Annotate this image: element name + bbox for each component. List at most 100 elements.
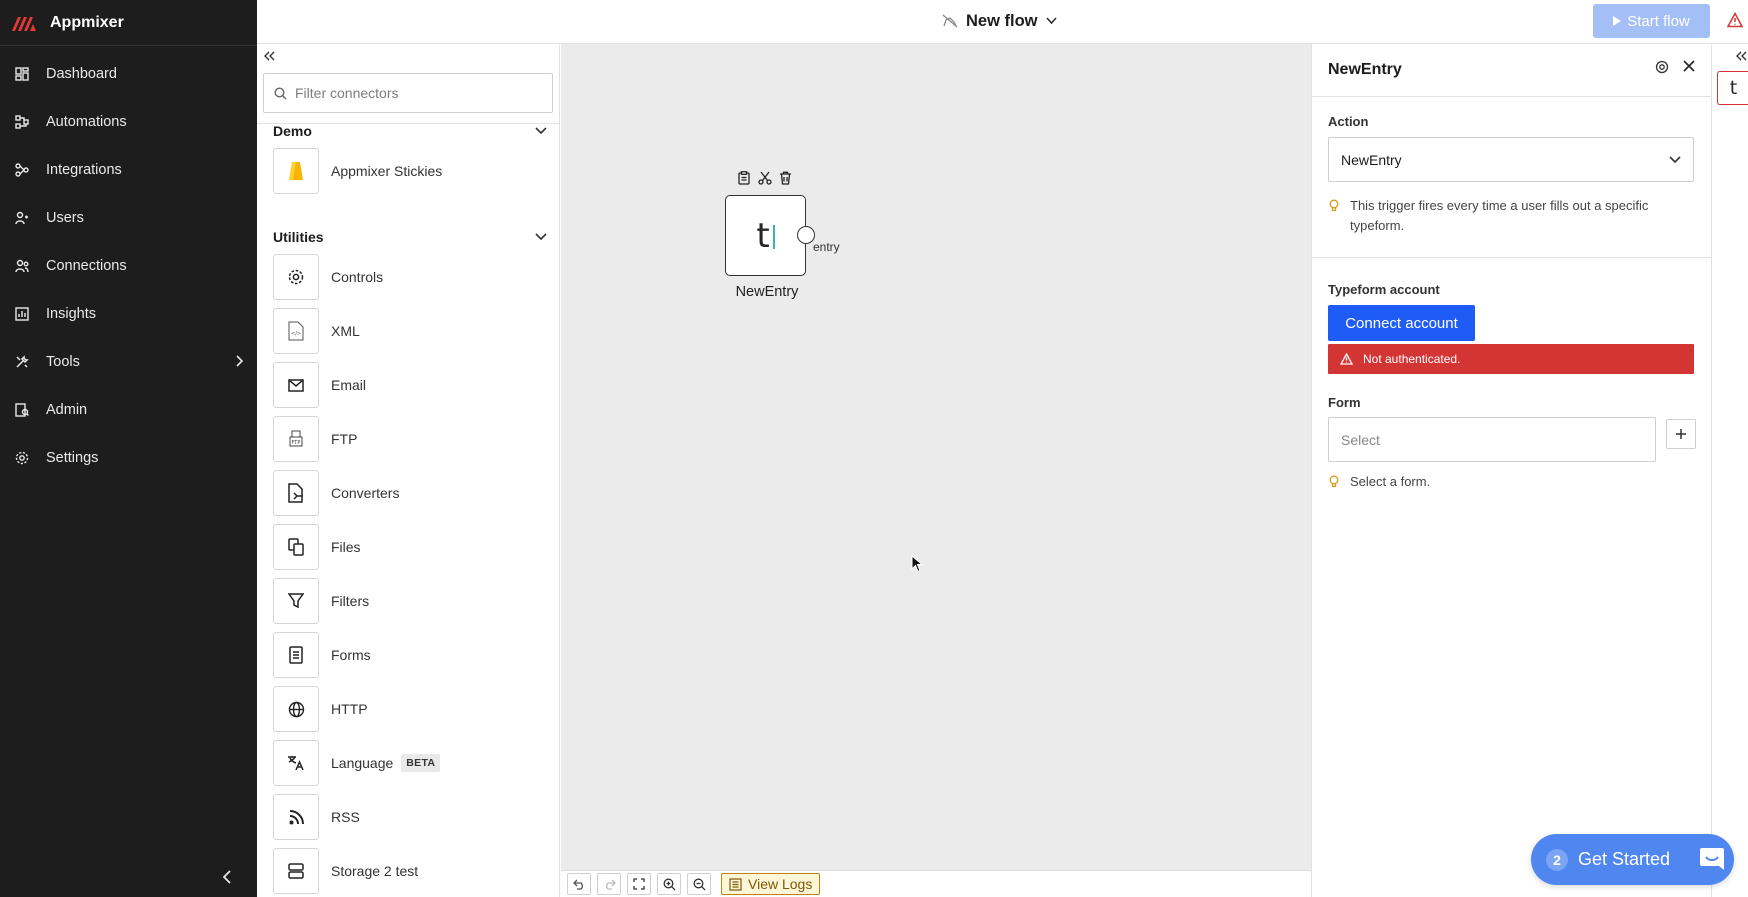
connector-storage-2-test[interactable]: Storage 2 test (273, 848, 553, 894)
trash-icon[interactable] (778, 170, 793, 185)
connector-converters[interactable]: Converters (273, 470, 553, 516)
node-toolbar (736, 170, 793, 185)
connector-label: Email (331, 377, 367, 393)
add-form-button[interactable] (1666, 419, 1696, 449)
connector-forms[interactable]: Forms (273, 632, 553, 678)
double-chevron-left-icon[interactable] (1736, 48, 1747, 64)
connector-email[interactable]: Email (273, 362, 553, 408)
flow-canvas[interactable]: t entry NewEntry View Logs (561, 44, 1311, 897)
zoom-in-button[interactable] (657, 873, 681, 895)
connector-rss[interactable]: RSS (273, 794, 553, 840)
auth-error-text: Not authenticated. (1363, 352, 1461, 366)
typeform-icon: t (756, 216, 775, 256)
get-started-widget[interactable]: 2 Get Started (1531, 834, 1734, 885)
sidebar-item-users[interactable]: Users (0, 194, 257, 242)
sidebar-item-connections[interactable]: Connections (0, 242, 257, 290)
connect-account-button[interactable]: Connect account (1328, 305, 1475, 341)
typeform-account-label: Typeform account (1328, 282, 1440, 297)
chevron-left-icon (222, 870, 231, 884)
view-logs-label: View Logs (748, 876, 813, 892)
auth-error-alert: Not authenticated. (1328, 344, 1694, 374)
connector-label: Storage 2 test (331, 863, 419, 879)
connector-appmixer-stickies[interactable]: Appmixer Stickies (273, 148, 553, 194)
filter-connectors-input[interactable] (295, 85, 535, 101)
group-label: Utilities (273, 229, 324, 245)
zoom-out-button[interactable] (687, 873, 711, 895)
node-label: NewEntry (735, 284, 799, 300)
warning-icon (1340, 353, 1353, 365)
svg-text:FTP: FTP (292, 440, 301, 446)
zoom-out-icon (693, 878, 705, 890)
sidebar-item-label: Users (46, 210, 84, 226)
connector-label: RSS (331, 809, 360, 825)
sidebar-item-settings[interactable]: Settings (0, 434, 257, 482)
sidebar-item-label: Connections (46, 258, 127, 274)
connector-filters[interactable]: Filters (273, 578, 553, 624)
action-hint: This trigger fires every time a user fil… (1328, 196, 1688, 236)
view-logs-button[interactable]: View Logs (721, 873, 821, 895)
brand[interactable]: Appmixer (0, 0, 257, 46)
filter-icon (273, 578, 319, 624)
group-utilities[interactable]: Utilities (273, 226, 547, 248)
sidebar-item-automations[interactable]: Automations (0, 98, 257, 146)
connector-label: Filters (331, 593, 370, 609)
plus-icon (1676, 429, 1686, 439)
inspector-panel: NewEntry Action NewEntry This trigger fi… (1311, 44, 1712, 897)
undo-button[interactable] (567, 873, 591, 895)
connector-label: XML (331, 323, 360, 339)
chevron-down-icon (535, 127, 547, 135)
sidebar-item-integrations[interactable]: Integrations (0, 146, 257, 194)
warning-icon[interactable] (1726, 11, 1744, 31)
sidebar-item-admin[interactable]: Admin (0, 386, 257, 434)
connector-language[interactable]: Language BETA (273, 740, 553, 786)
connector-xml[interactable]: </> XML (273, 308, 553, 354)
files-icon (273, 524, 319, 570)
sidebar-item-label: Integrations (46, 162, 122, 178)
start-flow-label: Start flow (1627, 12, 1690, 30)
form-select[interactable]: Select (1328, 417, 1656, 462)
start-flow-button[interactable]: Start flow (1593, 4, 1710, 38)
play-icon (1613, 16, 1622, 26)
clipboard-icon[interactable] (736, 170, 751, 185)
flow-title-dropdown[interactable]: New flow (942, 0, 1057, 42)
forms-icon (273, 632, 319, 678)
connector-ftp[interactable]: FTP FTP (273, 416, 553, 462)
appmixer-logo-icon (12, 16, 36, 31)
collapse-sidebar-button[interactable] (217, 865, 237, 889)
right-strip: t (1711, 44, 1748, 897)
storage-icon (273, 848, 319, 894)
connector-label: Appmixer Stickies (331, 163, 443, 179)
sidebar-item-insights[interactable]: Insights (0, 290, 257, 338)
fit-screen-button[interactable] (627, 873, 651, 895)
flow-node-newentry[interactable]: t (725, 195, 806, 276)
zoom-in-icon (663, 878, 675, 890)
filter-connectors-field[interactable] (263, 73, 553, 113)
get-started-count: 2 (1546, 848, 1568, 871)
stickies-icon (273, 148, 319, 194)
group-demo[interactable]: Demo (273, 120, 547, 142)
close-icon[interactable] (1682, 59, 1696, 76)
sidebar-item-tools[interactable]: Tools (0, 338, 257, 386)
undo-icon (572, 879, 583, 890)
converters-icon (273, 470, 319, 516)
target-icon[interactable] (1655, 60, 1669, 77)
sidebar-item-label: Dashboard (46, 66, 117, 82)
connector-label: Language (331, 755, 394, 771)
sidebar-item-label: Automations (46, 114, 127, 130)
connector-files[interactable]: Files (273, 524, 553, 570)
connector-controls[interactable]: Controls (273, 254, 553, 300)
connector-label: HTTP (331, 701, 368, 717)
sidebar-item-dashboard[interactable]: Dashboard (0, 50, 257, 98)
sidebar-item-label: Settings (46, 450, 99, 466)
component-tab-newentry[interactable]: t (1717, 71, 1748, 105)
collapse-connectors-button[interactable] (261, 48, 277, 64)
connect-account-label: Connect account (1345, 314, 1458, 332)
inspector-header: NewEntry (1312, 44, 1711, 97)
lightbulb-icon (1329, 199, 1339, 212)
connector-http[interactable]: HTTP (273, 686, 553, 732)
get-started-label: Get Started (1578, 849, 1671, 869)
scissors-icon[interactable] (757, 170, 772, 185)
action-label: Action (1328, 114, 1369, 129)
action-select[interactable]: NewEntry (1328, 137, 1694, 182)
redo-button[interactable] (597, 873, 621, 895)
